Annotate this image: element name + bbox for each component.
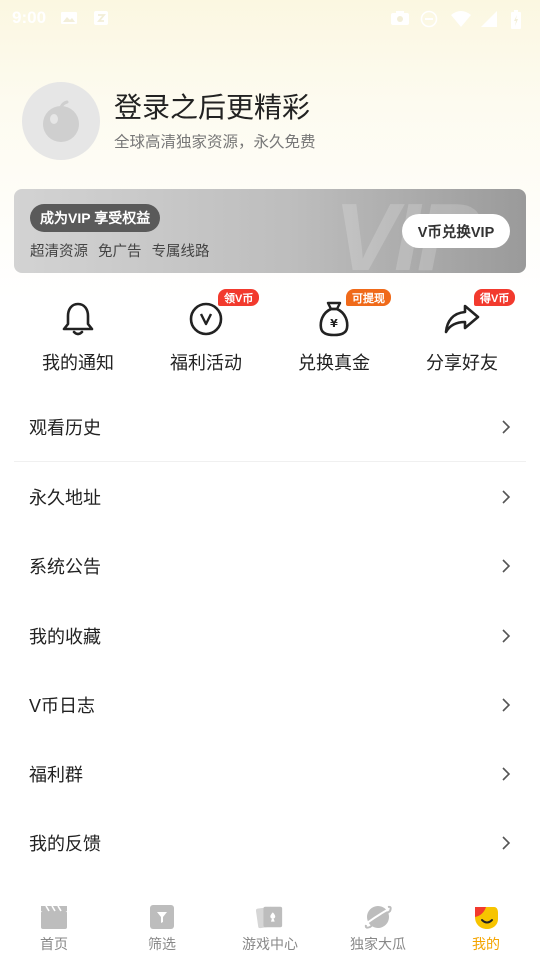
quick-action-notifications[interactable]: 我的通知 bbox=[14, 288, 142, 378]
redeem-vip-button[interactable]: V币兑换VIP bbox=[402, 214, 510, 248]
dnd-icon bbox=[420, 10, 438, 28]
quick-action-label: 兑换真金 bbox=[298, 353, 370, 373]
image-icon bbox=[60, 10, 78, 26]
menu-item-announcements[interactable]: 系统公告 bbox=[14, 532, 526, 601]
badge-withdrawable: 可提现 bbox=[346, 289, 391, 306]
bottom-tab-bar: 首页 筛选 游戏中心 独家大瓜 我的 bbox=[0, 897, 540, 960]
tab-filter[interactable]: 筛选 bbox=[108, 897, 216, 960]
chevron-right-icon bbox=[502, 698, 511, 712]
menu-label: V币日志 bbox=[29, 695, 96, 716]
tab-label: 首页 bbox=[40, 936, 68, 952]
avatar[interactable] bbox=[22, 82, 100, 160]
notification-icon bbox=[92, 10, 110, 26]
vip-perk: 超清资源 bbox=[30, 244, 88, 260]
wifi-icon bbox=[450, 10, 471, 27]
quick-actions: 我的通知 领V币 福利活动 可提现 ¥ 兑换真金 得V币 分享好友 bbox=[14, 288, 526, 378]
svg-text:¥: ¥ bbox=[330, 317, 338, 330]
vip-perk: 专属线路 bbox=[151, 244, 210, 260]
status-time: 9:00 bbox=[12, 8, 47, 27]
chevron-right-icon bbox=[502, 836, 511, 850]
menu-label: 观看历史 bbox=[29, 418, 101, 439]
clapperboard-icon bbox=[40, 903, 68, 931]
menu-item-feedback[interactable]: 我的反馈 bbox=[14, 809, 526, 878]
default-avatar-icon bbox=[43, 100, 79, 142]
menu-label: 系统公告 bbox=[29, 557, 101, 578]
login-prompt-subtitle: 全球高清独家资源，永久免费 bbox=[114, 134, 316, 151]
tab-home[interactable]: 首页 bbox=[0, 897, 108, 960]
vip-banner[interactable]: VIP 成为VIP 享受权益 超清资源 免广告 专属线路 V币兑换VIP bbox=[14, 189, 526, 273]
filter-icon bbox=[148, 903, 176, 931]
tab-label: 筛选 bbox=[148, 936, 176, 952]
quick-action-cash-out[interactable]: 可提现 ¥ 兑换真金 bbox=[270, 288, 398, 378]
login-prompt-title[interactable]: 登录之后更精彩 bbox=[114, 90, 316, 126]
menu-item-watch-history[interactable]: 观看历史 bbox=[14, 393, 526, 463]
tab-game-center[interactable]: 游戏中心 bbox=[216, 897, 324, 960]
menu-label: 永久地址 bbox=[29, 487, 101, 508]
menu-item-coin-log[interactable]: V币日志 bbox=[14, 670, 526, 739]
tab-label: 游戏中心 bbox=[242, 936, 298, 952]
tab-exclusive-gossip[interactable]: 独家大瓜 bbox=[324, 897, 432, 960]
vip-perks: 超清资源 免广告 专属线路 bbox=[30, 240, 216, 261]
tab-label: 我的 bbox=[472, 936, 500, 952]
battery-icon bbox=[510, 10, 528, 29]
chevron-right-icon bbox=[502, 559, 511, 573]
quick-action-label: 福利活动 bbox=[170, 353, 242, 373]
quick-action-share[interactable]: 得V币 分享好友 bbox=[398, 288, 526, 378]
signal-icon bbox=[480, 10, 498, 27]
badge-get-coins: 领V币 bbox=[218, 289, 260, 306]
quick-action-label: 我的通知 bbox=[42, 353, 114, 373]
quick-action-label: 分享好友 bbox=[426, 353, 498, 373]
menu-item-favorites[interactable]: 我的收藏 bbox=[14, 601, 526, 670]
chevron-right-icon bbox=[502, 628, 511, 643]
cards-icon bbox=[256, 903, 284, 931]
tab-label: 独家大瓜 bbox=[350, 936, 406, 952]
menu-item-welfare-group[interactable]: 福利群 bbox=[14, 739, 526, 808]
vip-tag: 成为VIP 享受权益 bbox=[30, 204, 161, 232]
planet-icon bbox=[364, 903, 392, 931]
vip-perk: 免广告 bbox=[98, 244, 142, 260]
bell-icon bbox=[59, 300, 97, 338]
chevron-right-icon bbox=[502, 420, 511, 434]
menu-label: 福利群 bbox=[29, 765, 83, 786]
menu-list: 观看历史 永久地址 系统公告 我的收藏 V币日志 福利群 我的反馈 bbox=[14, 393, 526, 878]
quick-action-welfare[interactable]: 领V币 福利活动 bbox=[142, 288, 270, 378]
profile-header[interactable]: 登录之后更精彩 全球高清独家资源，永久免费 bbox=[22, 82, 316, 160]
menu-label: 我的反馈 bbox=[29, 834, 101, 855]
profile-face-icon bbox=[472, 903, 500, 931]
camera-icon bbox=[390, 10, 409, 26]
chevron-right-icon bbox=[502, 767, 511, 781]
menu-label: 我的收藏 bbox=[29, 626, 101, 647]
chevron-right-icon bbox=[502, 490, 511, 504]
tab-mine[interactable]: 我的 bbox=[432, 897, 540, 960]
badge-earn-coins: 得V币 bbox=[474, 289, 516, 306]
menu-item-permanent-address[interactable]: 永久地址 bbox=[14, 462, 526, 531]
status-bar: 9:00 bbox=[0, 0, 540, 36]
